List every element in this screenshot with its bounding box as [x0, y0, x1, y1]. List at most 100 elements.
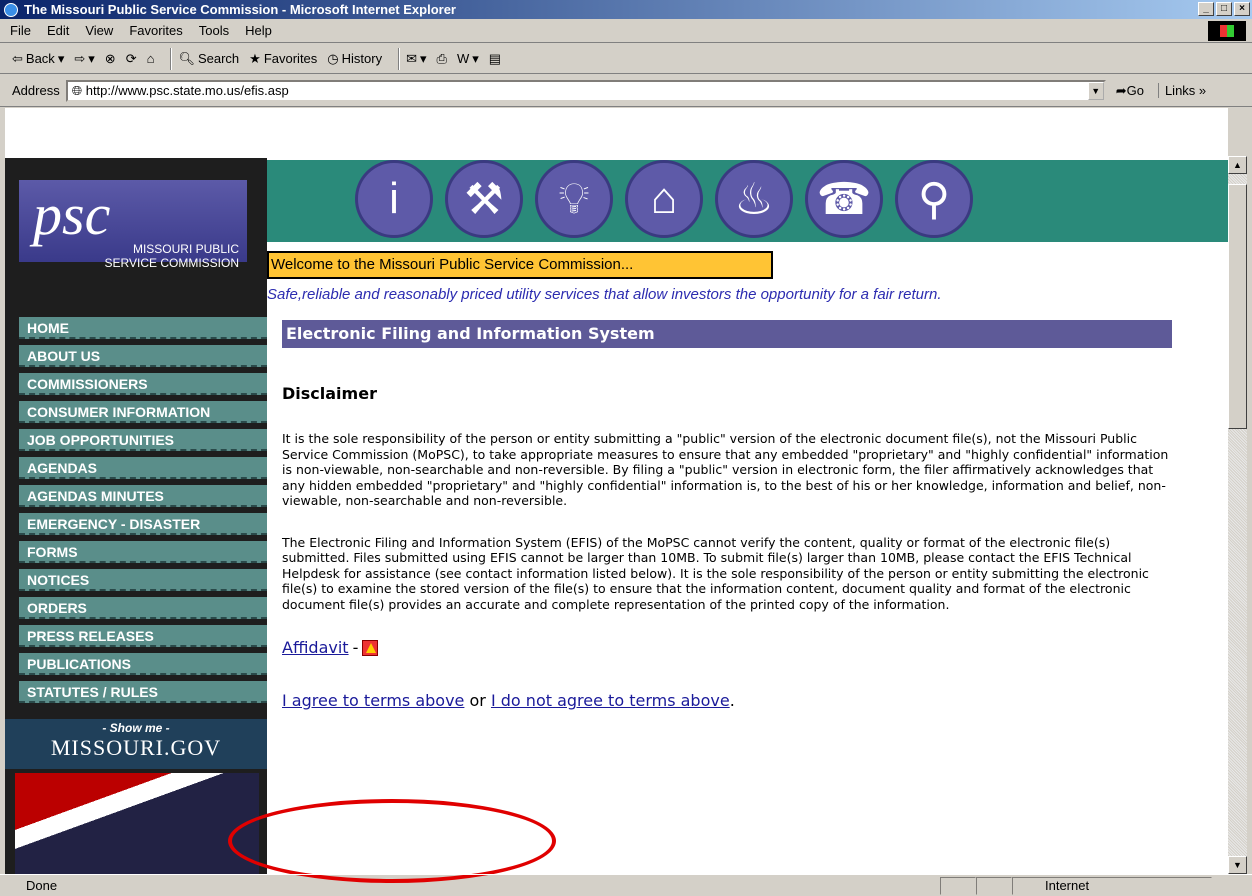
window-title: The Missouri Public Service Commission -…	[24, 2, 456, 17]
lightbulb-icon[interactable]: 💡︎	[535, 160, 613, 238]
missouri-gov-text: MISSOURI.GOV	[50, 735, 222, 760]
nav-home[interactable]: HOME	[19, 317, 267, 339]
windows-logo-icon	[1208, 21, 1246, 41]
nav-consumer-information[interactable]: CONSUMER INFORMATION	[19, 401, 267, 423]
security-zone: Internet	[1012, 876, 1212, 895]
disclaimer-paragraph-2: The Electronic Filing and Information Sy…	[282, 534, 1149, 612]
print-button[interactable]: ⎙	[437, 51, 447, 67]
address-url[interactable]: http://www.psc.state.mo.us/efis.asp	[86, 83, 289, 98]
nav-press-releases[interactable]: PRESS RELEASES	[19, 625, 267, 647]
scroll-down-button[interactable]: ▼	[1228, 856, 1247, 874]
pdf-icon[interactable]	[362, 639, 379, 656]
nav-statutes-rules[interactable]: STATUTES / RULES	[19, 681, 267, 703]
affidavit-separator: -	[352, 638, 359, 657]
back-arrow-icon: ⇦	[12, 50, 23, 66]
address-dropdown[interactable]: ▼	[1087, 81, 1104, 100]
favorites-icon: ★	[249, 50, 261, 66]
highlight-circle	[228, 799, 556, 883]
stop-button[interactable]: ⊗	[105, 51, 116, 67]
showme-tagline: - Show me -	[102, 721, 170, 735]
flame-icon[interactable]: ♨	[715, 160, 793, 238]
go-button[interactable]: ➦Go	[1116, 83, 1144, 99]
menu-edit[interactable]: Edit	[47, 23, 69, 38]
missouri-gov-banner[interactable]: - Show me - MISSOURI.GOV	[5, 719, 267, 769]
address-input[interactable]: 🌐︎ http://www.psc.state.mo.us/efis.asp ▼	[65, 79, 1106, 102]
toolbar-divider	[398, 47, 401, 70]
refresh-button[interactable]: ⟳	[126, 51, 137, 67]
forward-arrow-icon: ⇨	[74, 50, 86, 66]
vertical-scrollbar[interactable]: ▲ ▼	[1228, 156, 1247, 874]
main-content: Electronic Filing and Information System…	[282, 320, 1172, 710]
agree-link[interactable]: I agree to terms above	[282, 691, 464, 710]
ready-missouri-banner[interactable]	[15, 773, 259, 874]
go-label: Go	[1126, 82, 1144, 98]
menu-help[interactable]: Help	[245, 23, 272, 38]
close-button[interactable]: ×	[1234, 2, 1250, 16]
nav-commissioners[interactable]: COMMISSIONERS	[19, 373, 267, 395]
chevron-down-icon[interactable]: ▾	[88, 51, 95, 67]
tagline: Safe,reliable and reasonably priced util…	[267, 286, 942, 303]
status-bar: Done Internet	[0, 874, 1252, 896]
search-button[interactable]: 🔍︎ Search	[178, 51, 239, 67]
nav-emergency-disaster[interactable]: EMERGENCY - DISASTER	[19, 513, 267, 535]
discuss-icon: ▤	[488, 50, 502, 66]
disagree-link[interactable]: I do not agree to terms above	[491, 691, 730, 710]
edit-word-button[interactable]: W ▾	[457, 51, 479, 67]
mail-button[interactable]: ✉ ▾	[406, 51, 426, 67]
menu-favorites[interactable]: Favorites	[129, 23, 182, 38]
nav-notices[interactable]: NOTICES	[19, 569, 267, 591]
gavel-icon[interactable]: ⚒	[445, 160, 523, 238]
or-text: or	[469, 691, 486, 710]
favorites-button[interactable]: ★ Favorites	[249, 51, 317, 67]
phone-icon[interactable]: ☎	[805, 160, 883, 238]
page-viewport-top	[5, 108, 1228, 150]
forward-button[interactable]: ⇨ ▾	[74, 51, 94, 67]
menu-tools[interactable]: Tools	[199, 23, 229, 38]
chevron-down-icon[interactable]: ▾	[472, 51, 479, 67]
discuss-button[interactable]: ▤	[489, 51, 501, 67]
history-icon: ◷	[327, 50, 339, 66]
nav-job-opportunities[interactable]: JOB OPPORTUNITIES	[19, 429, 267, 451]
word-icon: W	[456, 51, 470, 66]
faucet-icon[interactable]: ⚲	[895, 160, 973, 238]
nav-agendas[interactable]: AGENDAS	[19, 457, 267, 479]
nav-about-us[interactable]: ABOUT US	[19, 345, 267, 367]
search-label: Search	[197, 51, 240, 66]
history-label: History	[341, 51, 383, 66]
minimize-button[interactable]: _	[1198, 2, 1214, 16]
affidavit-link[interactable]: Affidavit	[282, 638, 349, 657]
chevron-down-icon[interactable]: ▾	[420, 51, 427, 67]
nav-menu: HOME ABOUT US COMMISSIONERS CONSUMER INF…	[19, 317, 267, 709]
chevron-down-icon[interactable]: ▾	[58, 51, 65, 67]
page-title: Electronic Filing and Information System	[282, 320, 1172, 348]
house-icon[interactable]: ⌂	[625, 160, 703, 238]
nav-forms[interactable]: FORMS	[19, 541, 267, 563]
menu-bar: File Edit View Favorites Tools Help	[0, 19, 1252, 43]
nav-agendas-minutes[interactable]: AGENDAS MINUTES	[19, 485, 267, 507]
nav-publications[interactable]: PUBLICATIONS	[19, 653, 267, 675]
history-button[interactable]: ◷ History	[327, 51, 382, 67]
menu-file[interactable]: File	[10, 23, 31, 38]
go-arrow-icon: ➦	[1115, 82, 1127, 98]
back-label: Back	[25, 51, 55, 66]
info-icon[interactable]: i	[355, 160, 433, 238]
links-button[interactable]: Links »	[1157, 83, 1206, 98]
favorites-label: Favorites	[263, 51, 318, 66]
scroll-thumb[interactable]	[1228, 184, 1247, 429]
maximize-button[interactable]: □	[1216, 2, 1232, 16]
back-button[interactable]: ⇦ Back ▾	[12, 51, 64, 67]
nav-orders[interactable]: ORDERS	[19, 597, 267, 619]
menu-view[interactable]: View	[85, 23, 113, 38]
scroll-up-button[interactable]: ▲	[1228, 156, 1247, 174]
psc-logo[interactable]: psc MISSOURI PUBLIC SERVICE COMMISSION	[19, 180, 247, 270]
page-icon: 🌐︎	[71, 82, 86, 98]
disclaimer-paragraph-1: It is the sole responsibility of the per…	[282, 431, 1169, 508]
toolbar: ⇦ Back ▾ ⇨ ▾ ⊗ ⟳ ⌂ 🔍︎ Search ★ Favorites ◷ His…	[0, 44, 1252, 74]
home-button[interactable]: ⌂	[147, 51, 155, 66]
welcome-banner: Welcome to the Missouri Public Service C…	[267, 251, 773, 279]
search-icon: 🔍︎	[178, 50, 195, 66]
print-icon: ⎙	[436, 50, 447, 66]
status-cell	[976, 876, 1012, 895]
ie-icon	[4, 2, 18, 17]
disclaimer-heading: Disclaimer	[282, 384, 377, 403]
